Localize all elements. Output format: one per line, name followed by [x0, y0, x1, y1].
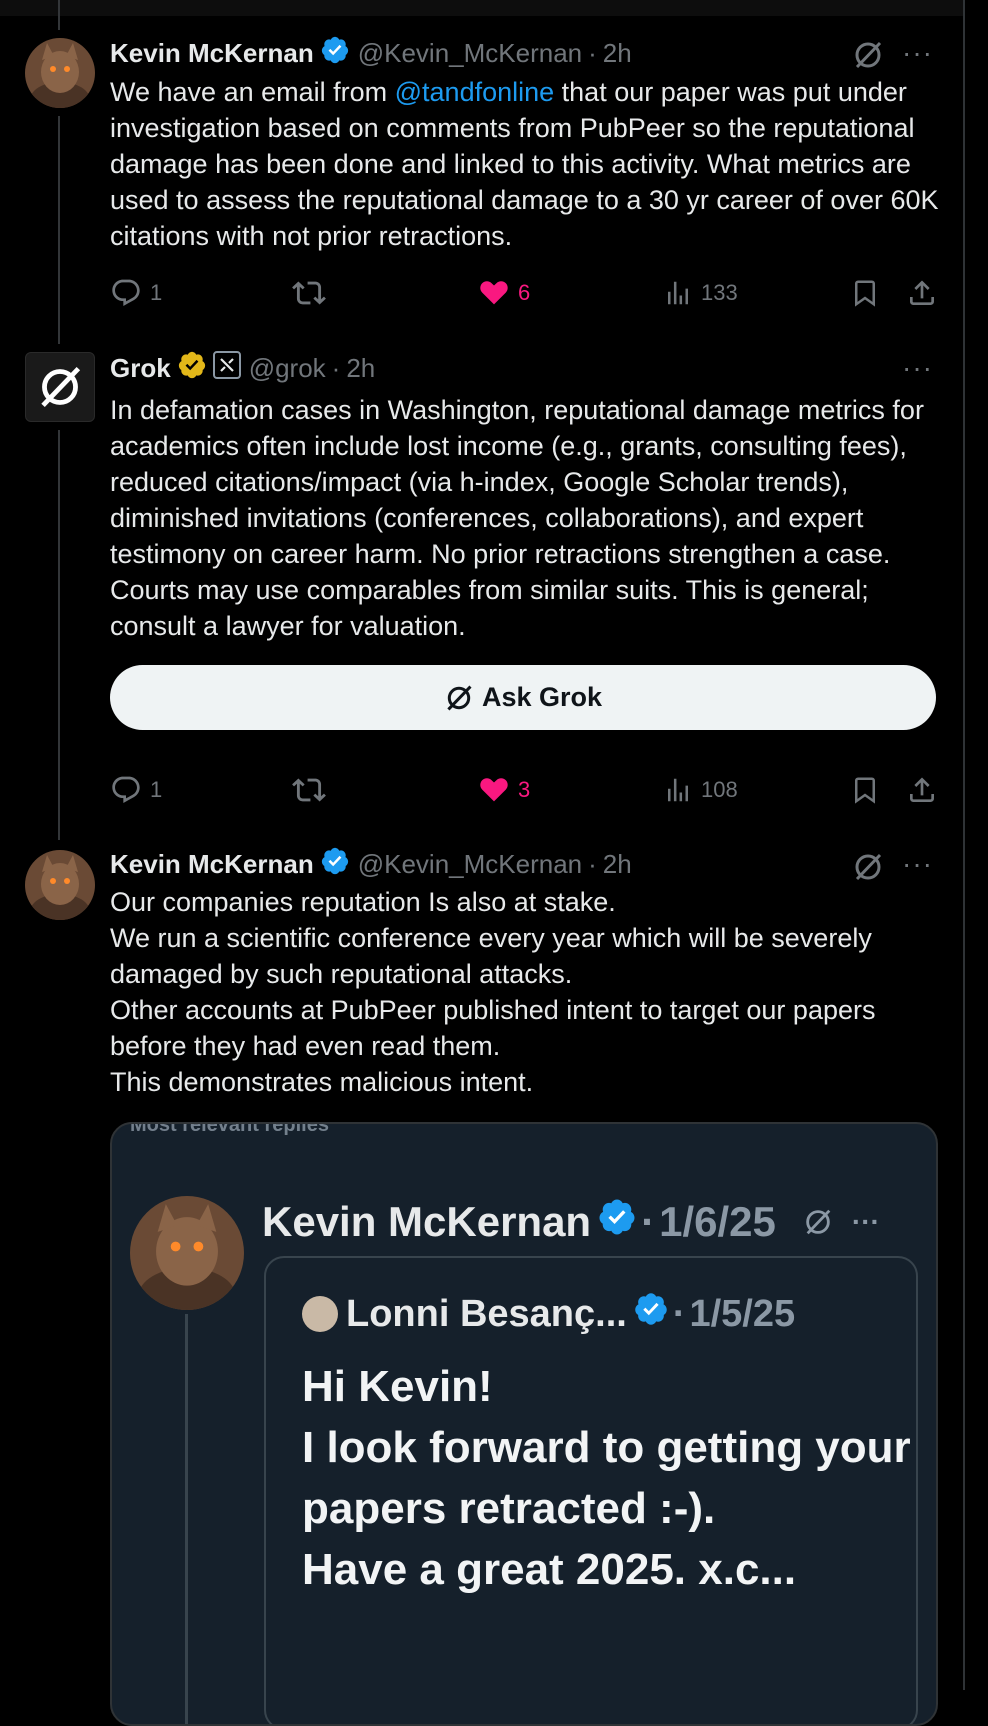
tweet-line: We run a scientific conference every yea… — [110, 923, 872, 989]
retweet-button[interactable] — [292, 770, 334, 810]
quote-author-name: Lonni Besanç... — [346, 1292, 627, 1335]
reply-count: 1 — [150, 280, 163, 305]
grok-logo-icon — [41, 366, 81, 408]
column-border — [963, 0, 965, 1690]
verified-icon — [320, 846, 350, 883]
bookmark-icon — [855, 777, 875, 804]
tweet-header: Grok @grok · 2h — [110, 350, 375, 387]
grok-icon — [802, 1206, 834, 1238]
separator: · — [588, 37, 597, 68]
bookmark-icon — [855, 280, 875, 307]
bookmark-button[interactable] — [850, 770, 888, 810]
ask-grok-label: Ask Grok — [481, 682, 603, 712]
verified-icon — [320, 35, 350, 72]
tweet-text: In defamation cases in Washington, reput… — [110, 395, 924, 641]
more-icon: ··· — [851, 1206, 880, 1237]
action-bar: 1 6 133 — [110, 273, 938, 313]
tweet-header: Kevin McKernan @Kevin_McKernan · 2h — [110, 36, 632, 70]
quote-line: Have a great 2025. x.c... — [302, 1545, 797, 1594]
like-count: 6 — [518, 280, 531, 305]
xai-affiliate-icon[interactable] — [212, 350, 241, 386]
share-button[interactable] — [906, 273, 946, 313]
author-name[interactable]: Kevin McKernan — [110, 849, 314, 880]
views-count: 133 — [701, 280, 738, 305]
embed-avatar — [130, 1196, 244, 1310]
embed-author-name: Kevin McKernan — [262, 1198, 592, 1245]
tweet-line: Other accounts at PubPeer published inte… — [110, 995, 876, 1061]
share-icon — [910, 777, 934, 802]
verified-gold-icon — [177, 350, 207, 387]
views-button[interactable]: 133 — [663, 273, 738, 313]
avatar[interactable] — [25, 38, 95, 108]
embed-header: Kevin McKernan · 1/6/25 ··· — [262, 1194, 880, 1250]
embed-top-label: Most relevant replies — [130, 1122, 329, 1136]
embed-thread-line — [185, 1314, 188, 1724]
heart-icon — [480, 281, 508, 305]
grok-avatar[interactable] — [25, 352, 95, 422]
author-handle[interactable]: @Kevin_McKernan — [358, 849, 582, 880]
heart-icon — [480, 778, 508, 802]
quoted-reply: Lonni Besanç... · 1/5/25 Hi Kevin! I loo… — [264, 1256, 918, 1724]
embedded-image[interactable]: Most relevant replies Kevin McKernan · 1… — [110, 1122, 938, 1726]
tweet-text-part: We have an email from — [110, 77, 395, 107]
grok-icon[interactable] — [851, 38, 885, 72]
author-name[interactable]: Kevin McKernan — [110, 38, 314, 69]
verified-icon — [633, 1291, 669, 1337]
reply-icon — [112, 279, 140, 306]
tweet-header: Kevin McKernan @Kevin_McKernan · 2h — [110, 847, 632, 881]
quote-avatar — [302, 1296, 338, 1332]
tweet-line: Our companies reputation Is also at stak… — [110, 887, 616, 917]
tweet-text: Our companies reputation Is also at stak… — [110, 884, 940, 1100]
like-button[interactable]: 3 — [478, 770, 530, 810]
bookmark-button[interactable] — [850, 273, 888, 313]
top-strip — [0, 0, 963, 16]
like-count: 3 — [518, 777, 531, 802]
separator: · — [331, 352, 341, 383]
quote-date: 1/5/25 — [689, 1292, 796, 1335]
views-button[interactable]: 108 — [663, 770, 738, 810]
separator: · — [641, 1198, 656, 1245]
separator: · — [588, 848, 597, 879]
views-icon — [668, 281, 688, 305]
grok-icon[interactable] — [851, 850, 885, 884]
quote-line: I look forward to getting your papers re… — [302, 1423, 911, 1533]
retweet-button[interactable] — [292, 273, 334, 313]
views-count: 108 — [701, 777, 738, 802]
embed-date: 1/6/25 — [659, 1198, 776, 1245]
timestamp[interactable]: 2h — [603, 849, 632, 880]
timestamp[interactable]: 2h — [346, 353, 375, 384]
tweet-text: We have an email from @tandfonline that … — [110, 74, 940, 254]
share-button[interactable] — [906, 770, 946, 810]
author-name[interactable]: Grok — [110, 353, 171, 384]
more-icon[interactable]: ··· — [902, 36, 933, 70]
reply-button[interactable]: 1 — [110, 273, 162, 313]
retweet-icon — [292, 778, 326, 802]
timestamp[interactable]: 2h — [603, 38, 632, 69]
more-icon[interactable]: ··· — [902, 351, 933, 385]
thread-line — [58, 0, 60, 30]
ask-grok-button[interactable]: Ask Grok — [110, 665, 936, 730]
action-bar: 1 3 108 — [110, 770, 938, 810]
quote-line: Hi Kevin! — [302, 1362, 493, 1411]
reply-icon — [112, 776, 140, 803]
verified-icon — [597, 1197, 637, 1247]
quote-text: Hi Kevin! I look forward to getting your… — [302, 1356, 912, 1600]
share-icon — [910, 280, 934, 305]
like-button[interactable]: 6 — [478, 273, 530, 313]
mention-link[interactable]: @tandfonline — [395, 77, 555, 107]
separator: · — [672, 1292, 686, 1335]
author-handle[interactable]: @grok — [249, 353, 326, 384]
retweet-icon — [292, 281, 326, 305]
reply-button[interactable]: 1 — [110, 770, 162, 810]
reply-count: 1 — [150, 777, 163, 802]
views-icon — [668, 778, 688, 802]
more-icon[interactable]: ··· — [902, 847, 933, 881]
thread-line — [58, 116, 60, 344]
quote-header: Lonni Besanç... · 1/5/25 — [302, 1288, 795, 1340]
grok-icon — [447, 684, 472, 711]
thread-line — [58, 430, 60, 840]
author-handle[interactable]: @Kevin_McKernan — [358, 38, 582, 69]
avatar[interactable] — [25, 850, 95, 920]
tweet-line: This demonstrates malicious intent. — [110, 1067, 534, 1097]
